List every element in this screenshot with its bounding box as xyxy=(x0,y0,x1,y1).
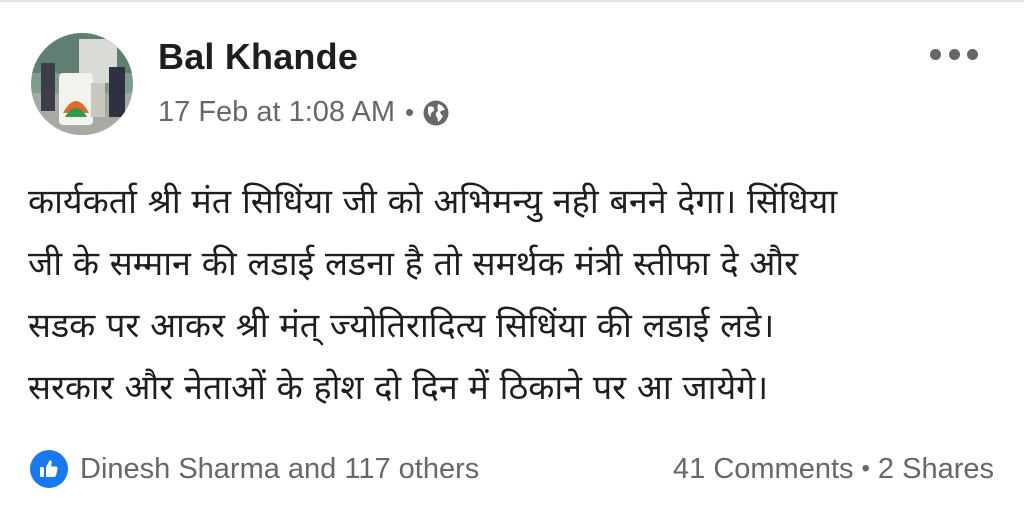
counts-separator: • xyxy=(861,455,870,482)
like-reaction-icon[interactable] xyxy=(30,450,68,488)
post-footer: Dinesh Sharma and 117 others 41 Comments… xyxy=(30,446,994,492)
engagement-counts: 41 Comments • 2 Shares xyxy=(673,453,994,486)
more-dot xyxy=(948,48,960,60)
reactions-summary[interactable]: Dinesh Sharma and 117 others xyxy=(80,453,479,486)
post-timestamp[interactable]: 17 Feb at 1:08 AM xyxy=(158,96,395,129)
more-dot xyxy=(930,48,941,60)
comments-count[interactable]: 41 Comments xyxy=(673,453,854,486)
more-options-icon[interactable] xyxy=(930,44,978,64)
globe-icon xyxy=(422,99,450,127)
author-name[interactable]: Bal Khande xyxy=(158,36,358,78)
post-meta: 17 Feb at 1:08 AM • xyxy=(158,92,450,132)
post-body-text: कार्यकर्ता श्री मंत सिधिंया जी को अभिमन्… xyxy=(28,182,838,408)
top-divider xyxy=(0,0,1024,2)
author-avatar[interactable] xyxy=(31,33,133,135)
more-dot xyxy=(967,48,978,60)
meta-separator: • xyxy=(404,96,415,127)
shares-count[interactable]: 2 Shares xyxy=(878,453,994,486)
